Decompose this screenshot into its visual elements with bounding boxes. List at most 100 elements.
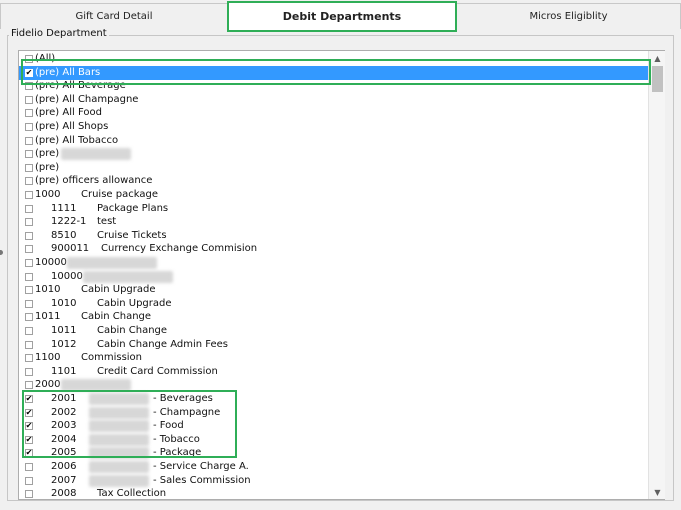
checkbox[interactable]: ✔ [25,422,33,431]
list-item[interactable]: (pre) All Beverage [19,79,649,93]
checkbox[interactable] [25,299,33,308]
checkbox[interactable] [25,55,33,63]
list-item[interactable]: 1011 Cabin Change [19,310,649,324]
list-item[interactable]: (pre) [19,147,649,161]
list-item[interactable]: 2000 [19,378,649,392]
list-item[interactable]: 10000 [19,270,649,284]
department-code: 2004 [51,433,77,445]
checkbox[interactable] [25,163,33,172]
checkbox[interactable] [25,476,33,485]
department-code: 1222-1 [51,216,87,228]
list-item[interactable]: ✔ 2001 - Beverages [19,392,649,406]
department-description: Package Plans [97,202,169,214]
list-item[interactable]: ✔ (pre) All Bars [19,65,649,80]
list-item[interactable]: 2006 - Service Charge A. [19,460,649,474]
tab-micros-eligibility[interactable]: Micros Eligiblity [456,3,681,29]
checkbox[interactable] [25,204,33,213]
list-item[interactable]: 1000 Cruise package [19,188,649,202]
list-item[interactable]: 10000 [19,256,649,270]
checkbox[interactable] [25,367,33,376]
list-item[interactable]: (pre) officers allowance [19,174,649,188]
checkbox[interactable] [25,245,33,254]
redacted-text [83,270,173,283]
list-item[interactable]: 2008 Tax Collection [19,487,649,499]
list-item[interactable]: 1010 Cabin Upgrade [19,283,649,297]
checkbox[interactable]: ✔ [25,395,33,403]
department-code: (pre) All Tobacco [35,134,119,146]
list-item[interactable]: 1100 Commission [19,351,649,365]
department-description: - Service Charge A. [153,461,249,472]
department-description: Cruise package [81,189,158,200]
department-description: Currency Exchange Commision [101,243,258,255]
checkbox[interactable] [25,109,33,118]
checkbox[interactable] [25,177,33,186]
checkbox[interactable] [25,272,33,281]
department-description: Cabin Change Admin Fees [97,338,228,350]
tab-gift-card-detail[interactable]: Gift Card Detail [0,3,228,29]
checkbox[interactable] [25,150,33,159]
department-checklist[interactable]: (All) ✔ (pre) All Bars (pre) All Beverage (p… [18,50,665,500]
group-label: Fidelio Department [9,28,109,39]
department-code: 8510 [51,229,77,241]
checkbox[interactable] [25,218,33,227]
checkbox[interactable] [25,490,33,499]
checkbox[interactable] [25,259,33,267]
checkbox[interactable] [25,286,33,295]
department-code: 2000 [35,379,61,391]
department-code: 10000 [35,257,67,268]
department-description: Cabin Change [97,325,168,336]
checkbox[interactable] [25,340,33,349]
list-item[interactable]: ✔ 2002 - Champagne [19,406,649,420]
list-item[interactable]: 900011 Currency Exchange Commision [19,242,649,256]
list-item[interactable]: (pre) All Shops [19,120,649,134]
redacted-text [89,406,149,419]
department-description: Cabin Upgrade [81,284,156,296]
checkbox[interactable] [25,327,33,335]
list-item[interactable]: ✔ 2004 - Tobacco [19,433,649,447]
checkbox[interactable] [25,381,33,390]
department-code: 1000 [35,189,61,200]
department-code: (pre) All Food [35,107,102,119]
redacted-text [89,461,149,473]
department-code: 1010 [51,297,77,309]
list-item[interactable]: 1101 Credit Card Commission [19,365,649,379]
list-item[interactable]: ✔ 2003 - Food [19,419,649,433]
chevron-up-icon[interactable]: ▲ [649,51,666,65]
department-code: 1111 [51,202,77,214]
vertical-scrollbar[interactable]: ▲ ▼ [648,51,665,499]
checkbox[interactable] [25,136,33,145]
tab-debit-departments[interactable]: Debit Departments [228,1,456,30]
department-code: 2005 [51,447,77,459]
list-item[interactable]: (pre) All Tobacco [19,134,649,148]
scrollbar-thumb[interactable] [652,66,663,92]
checkbox[interactable]: ✔ [25,68,33,77]
checkbox[interactable] [25,463,33,471]
checkbox[interactable] [25,123,33,131]
list-item[interactable]: 8510 Cruise Tickets [19,229,649,243]
checkbox[interactable]: ✔ [25,449,33,458]
checkbox[interactable] [25,191,33,199]
list-item[interactable]: 1010 Cabin Upgrade [19,297,649,311]
checkbox[interactable] [25,95,33,104]
list-item[interactable]: 1011 Cabin Change [19,324,649,338]
list-item[interactable]: (pre) [19,161,649,175]
list-item[interactable]: (pre) All Food [19,106,649,120]
checkbox[interactable] [25,82,33,91]
checkbox[interactable] [25,313,33,322]
list-item[interactable]: ✔ 2005 - Package [19,446,649,460]
department-description: Credit Card Commission [97,365,218,377]
department-description: - Beverages [153,393,213,404]
department-code: 1011 [51,325,77,336]
list-item[interactable]: 1012 Cabin Change Admin Fees [19,338,649,352]
checkbox[interactable] [25,231,33,240]
checkbox[interactable] [25,354,33,363]
chevron-down-icon[interactable]: ▼ [649,485,666,499]
list-item[interactable]: 2007 - Sales Commission [19,474,649,488]
checkbox[interactable]: ✔ [25,435,33,444]
list-item[interactable]: 1111 Package Plans [19,202,649,216]
list-item[interactable]: (All) [19,52,649,66]
list-item[interactable]: (pre) All Champagne [19,93,649,107]
department-code: 1010 [35,284,61,296]
list-item[interactable]: 1222-1 test [19,215,649,229]
checkbox[interactable]: ✔ [25,408,33,417]
